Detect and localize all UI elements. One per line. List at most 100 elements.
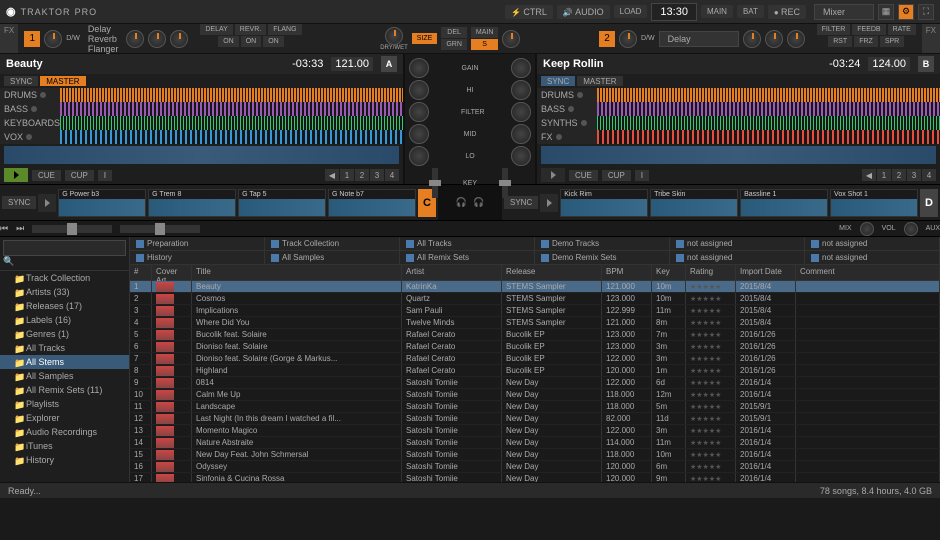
tree-item[interactable]: 📁Genres (1): [0, 327, 129, 341]
fader-b[interactable]: [502, 168, 508, 198]
fx2-knob-2[interactable]: [765, 30, 783, 48]
deck-a-bpm[interactable]: 121.00: [331, 57, 373, 71]
remix-d-3[interactable]: Bassline 1: [740, 189, 828, 217]
headphone-icon-d[interactable]: 🎧: [473, 197, 484, 208]
tree-item[interactable]: 📁Audio Recordings: [0, 425, 129, 439]
favorite-slot[interactable]: not assigned: [670, 237, 805, 250]
stem-b-synths[interactable]: SYNTHS: [537, 116, 597, 130]
deck-a-page-2[interactable]: 2: [355, 169, 369, 181]
stem-a-vox[interactable]: VOX: [0, 130, 60, 144]
deck-d-sync[interactable]: SYNC: [504, 196, 538, 209]
lo-a[interactable]: [409, 146, 429, 166]
deck-a-page-3[interactable]: 3: [370, 169, 384, 181]
tree-item[interactable]: 📁All Stems: [0, 355, 129, 369]
gain-a[interactable]: [409, 58, 429, 78]
fx1-knob-3[interactable]: [170, 30, 188, 48]
tree-item[interactable]: 📁Track Collection: [0, 271, 129, 285]
fx2-spr[interactable]: SPR: [880, 36, 904, 47]
prev-track-icon[interactable]: ⏮: [0, 223, 8, 234]
track-row[interactable]: 13Momento MagicoSatoshi TomiieNew Day122…: [130, 425, 940, 437]
mid-a[interactable]: [409, 124, 429, 144]
deck-a-page-1[interactable]: 1: [340, 169, 354, 181]
favorite-slot[interactable]: Demo Tracks: [535, 237, 670, 250]
fx1-btn-reverb[interactable]: REVR.: [235, 24, 266, 35]
tree-item[interactable]: 📁Playlists: [0, 397, 129, 411]
fx2-effect-select[interactable]: Delay: [659, 31, 739, 47]
global-drywet-knob[interactable]: [385, 27, 403, 45]
deck-b-flux[interactable]: Ⅰ: [635, 170, 649, 181]
tree-item[interactable]: 📁Artists (33): [0, 285, 129, 299]
favorite-slot[interactable]: not assigned: [805, 237, 940, 250]
next-track-icon[interactable]: ⏭: [16, 223, 24, 234]
stem-b-bass[interactable]: BASS: [537, 102, 597, 116]
deck-a-overview[interactable]: [4, 146, 399, 164]
deck-b-bpm[interactable]: 124.00: [868, 57, 910, 71]
favorite-slot[interactable]: All Tracks: [400, 237, 535, 250]
favorite-slot[interactable]: not assigned: [670, 251, 805, 264]
fx2-slot[interactable]: 2: [599, 31, 615, 47]
deck-b-waveform[interactable]: [597, 88, 940, 144]
tree-item[interactable]: 📁iTunes: [0, 439, 129, 453]
filter-b[interactable]: [511, 102, 531, 122]
fx2-filter[interactable]: FILTER: [817, 24, 851, 35]
deck-a-play[interactable]: [4, 168, 28, 182]
tree-item[interactable]: 📁Explorer: [0, 411, 129, 425]
tree-item[interactable]: 📁History: [0, 453, 129, 467]
fx1-on-3[interactable]: ON: [263, 36, 284, 47]
tree-item[interactable]: 📁All Remix Sets (11): [0, 383, 129, 397]
track-row[interactable]: 15New Day Feat. John SchmersalSatoshi To…: [130, 449, 940, 461]
deck-c-play[interactable]: [38, 194, 56, 212]
stem-b-drums[interactable]: DRUMS: [537, 88, 597, 102]
deck-b-play[interactable]: [541, 168, 565, 182]
fx1-slot[interactable]: 1: [24, 31, 40, 47]
track-row[interactable]: 4Where Did YouTwelve MindsSTEMS Sampler1…: [130, 317, 940, 329]
deck-b-cup[interactable]: CUP: [602, 170, 631, 181]
fx1-btn-flanger[interactable]: FLANG: [268, 24, 301, 35]
fader-a[interactable]: [432, 168, 438, 198]
deck-b-page-4[interactable]: 4: [922, 169, 936, 181]
deck-a-master[interactable]: MASTER: [40, 76, 85, 86]
deck-b-page-3[interactable]: 3: [907, 169, 921, 181]
fx1-effect-list[interactable]: Delay Reverb Flanger: [84, 24, 123, 54]
deck-b-prev[interactable]: ◀: [862, 169, 876, 181]
favorite-slot[interactable]: Track Collection: [265, 237, 400, 250]
track-row[interactable]: 90814Satoshi TomiieNew Day122.0006d★★★★★…: [130, 377, 940, 389]
track-row[interactable]: 12Last Night (In this dream I watched a …: [130, 413, 940, 425]
deck-a-waveform[interactable]: [60, 88, 403, 144]
col-bpm[interactable]: BPM: [602, 265, 652, 280]
tree-item[interactable]: 📁All Tracks: [0, 341, 129, 355]
track-list[interactable]: 1BeautyKatrinKaSTEMS Sampler121.00010m★★…: [130, 281, 940, 482]
fx2-feedb[interactable]: FEEDB: [852, 24, 885, 35]
track-row[interactable]: 1BeautyKatrinKaSTEMS Sampler121.00010m★★…: [130, 281, 940, 293]
grn-button[interactable]: GRN: [441, 39, 467, 50]
size-button[interactable]: SIZE: [412, 33, 438, 44]
track-row[interactable]: 8HighlandRafael CeratoBucolik EP120.0001…: [130, 365, 940, 377]
deck-b-page-2[interactable]: 2: [892, 169, 906, 181]
crossfader[interactable]: [32, 225, 112, 233]
remix-d-2[interactable]: Tribe Skin: [650, 189, 738, 217]
deck-a-sync[interactable]: SYNC: [4, 76, 38, 86]
remix-d-1[interactable]: Kick Rim: [560, 189, 648, 217]
col-comment[interactable]: Comment: [796, 265, 940, 280]
fx2-knob-3[interactable]: [787, 30, 805, 48]
deck-b-cue[interactable]: CUE: [569, 170, 598, 181]
track-row[interactable]: 6Dioniso feat. SolaireRafael CeratoBucol…: [130, 341, 940, 353]
stem-b-fx[interactable]: FX: [537, 130, 597, 144]
track-row[interactable]: 17Sinfonia & Cucina RossaSatoshi TomiieN…: [130, 473, 940, 482]
deck-a-page-4[interactable]: 4: [385, 169, 399, 181]
deck-a-flux[interactable]: Ⅰ: [98, 170, 112, 181]
col-art[interactable]: Cover Art: [152, 265, 192, 280]
search-input[interactable]: [3, 240, 126, 256]
mix-knob[interactable]: [860, 222, 874, 236]
remix-c-3[interactable]: G Tap 5: [238, 189, 326, 217]
col-release[interactable]: Release: [502, 265, 602, 280]
fx1-knob-2[interactable]: [148, 30, 166, 48]
remix-c-1[interactable]: G Power b3: [58, 189, 146, 217]
col-title[interactable]: Title: [192, 265, 402, 280]
track-row[interactable]: 5Bucolik feat. SolaireRafael CeratoBucol…: [130, 329, 940, 341]
deck-b-overview[interactable]: [541, 146, 936, 164]
deck-c-sync[interactable]: SYNC: [2, 196, 36, 209]
favorite-slot[interactable]: History: [130, 251, 265, 264]
stem-a-keys[interactable]: KEYBOARDS: [0, 116, 60, 130]
deck-d-play[interactable]: [540, 194, 558, 212]
